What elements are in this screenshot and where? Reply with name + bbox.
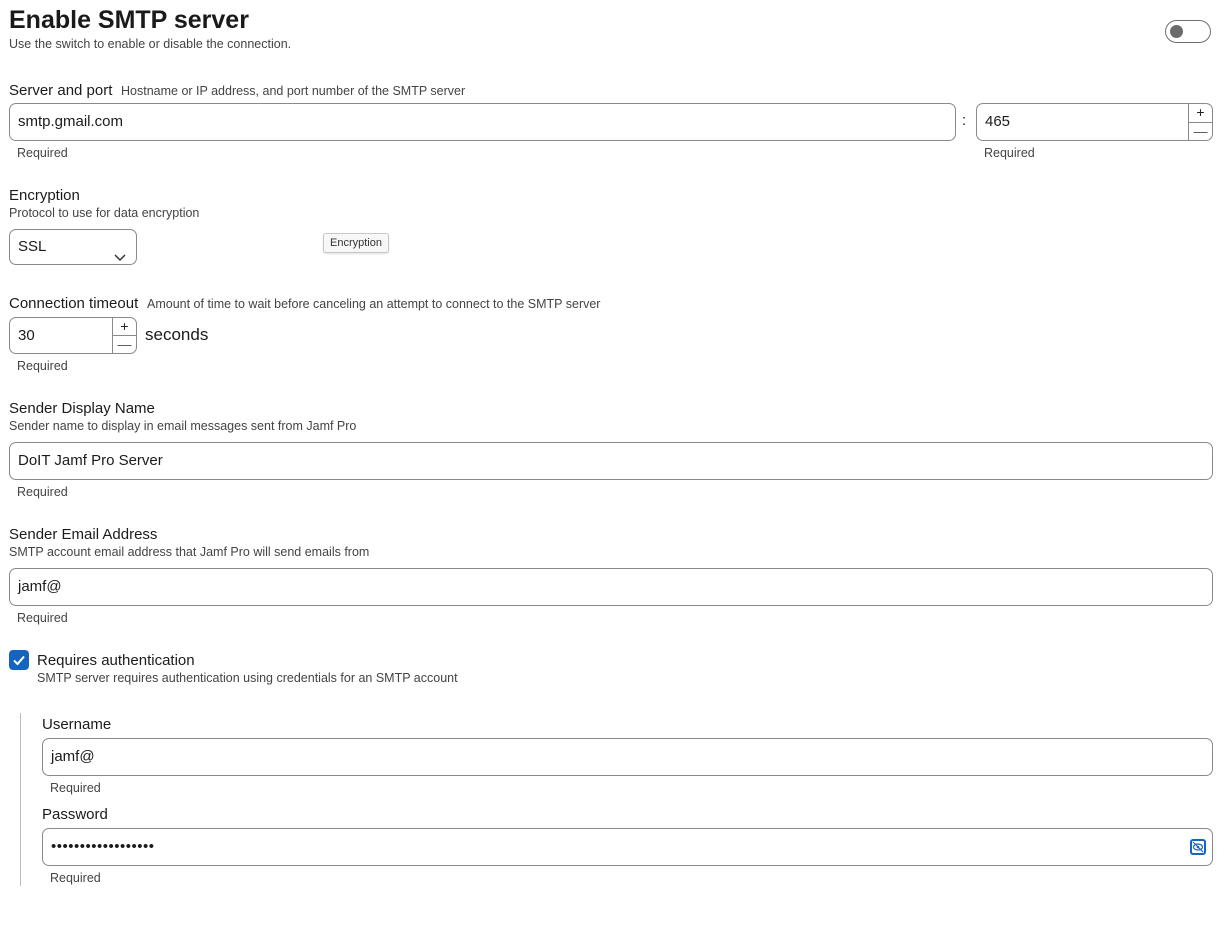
chevron-down-icon <box>114 241 126 275</box>
sender-email-required-text: Required <box>17 611 68 625</box>
sender-name-label: Sender Display Name <box>9 400 155 417</box>
password-required-text: Required <box>50 871 101 885</box>
encryption-select[interactable]: SSL <box>9 229 137 265</box>
port-separator: : <box>962 112 967 129</box>
encryption-hint: Protocol to use for data encryption <box>9 206 200 220</box>
checkmark-icon <box>13 655 25 666</box>
password-value: •••••••••••••••••• <box>51 838 155 855</box>
page-subtitle: Use the switch to enable or disable the … <box>9 37 292 51</box>
port-decrement-button[interactable]: — <box>1189 122 1212 141</box>
password-input[interactable]: •••••••••••••••••• <box>42 828 1213 866</box>
timeout-unit: seconds <box>145 325 209 344</box>
timeout-stepper: + — <box>112 318 136 353</box>
host-required-text: Required <box>17 146 68 160</box>
timeout-increment-button[interactable]: + <box>113 318 136 335</box>
port-increment-button[interactable]: + <box>1189 104 1212 122</box>
timeout-label: Connection timeout <box>9 295 139 312</box>
password-label: Password <box>42 806 108 823</box>
port-stepper: + — <box>1188 104 1212 140</box>
timeout-required-text: Required <box>17 359 68 373</box>
toggle-knob <box>1170 25 1183 38</box>
port-required-text: Required <box>984 146 1035 160</box>
port-value: 465 <box>985 113 1011 130</box>
sender-name-hint: Sender name to display in email messages… <box>9 419 357 433</box>
timeout-value: 30 <box>18 327 35 344</box>
encryption-tooltip: Encryption <box>323 233 389 253</box>
username-label: Username <box>42 716 112 733</box>
server-port-label: Server and port <box>9 82 113 99</box>
auth-section-divider <box>20 713 21 886</box>
timeout-hint: Amount of time to wait before canceling … <box>147 297 601 311</box>
enable-smtp-toggle[interactable] <box>1165 20 1211 43</box>
sender-email-label: Sender Email Address <box>9 526 158 543</box>
server-host-input[interactable]: smtp.gmail.com <box>9 103 956 141</box>
requires-auth-checkbox[interactable] <box>9 650 29 670</box>
sender-name-required-text: Required <box>17 485 68 499</box>
sender-name-input[interactable]: DoIT Jamf Pro Server <box>9 442 1213 480</box>
requires-auth-hint: SMTP server requires authentication usin… <box>37 671 458 685</box>
encryption-label: Encryption <box>9 187 80 204</box>
sender-email-input[interactable]: jamf@ <box>9 568 1213 606</box>
encryption-selected-value: SSL <box>18 238 47 255</box>
timeout-decrement-button[interactable]: — <box>113 335 136 353</box>
timeout-input[interactable]: 30 + — <box>9 317 137 354</box>
server-port-hint: Hostname or IP address, and port number … <box>121 84 466 98</box>
username-required-text: Required <box>50 781 101 795</box>
sender-email-hint: SMTP account email address that Jamf Pro… <box>9 545 370 559</box>
requires-auth-label[interactable]: Requires authentication <box>37 652 195 669</box>
eye-slash-icon[interactable] <box>1190 839 1206 855</box>
username-input[interactable]: jamf@ <box>42 738 1213 776</box>
server-port-input[interactable]: 465 + — <box>976 103 1213 141</box>
page-title: Enable SMTP server <box>9 6 249 34</box>
